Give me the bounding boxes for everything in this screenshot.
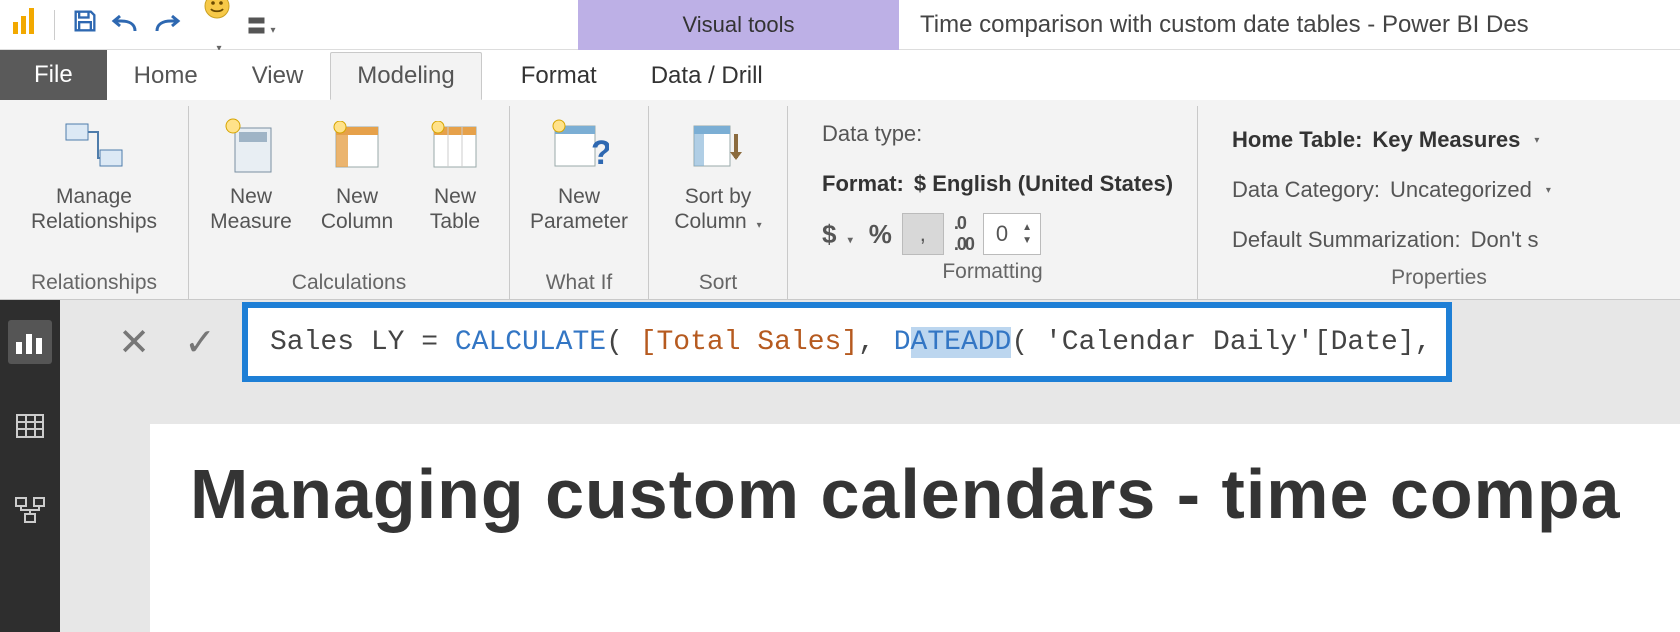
report-view-button[interactable] [8,320,52,364]
default-summarization-value: Don't s [1471,227,1539,253]
cancel-formula-button[interactable]: ✕ [110,320,158,365]
group-relationships: Manage Relationships Relationships [0,106,189,299]
data-category-label: Data Category: [1232,177,1380,203]
data-view-button[interactable] [8,404,52,448]
formula-bar-row: ✕ ✓ Sales LY = CALCULATE ( [Total Sales]… [110,302,1680,382]
formula-calendar-date: 'Calendar Daily'[Date] [1045,327,1415,358]
new-measure-button[interactable]: New Measure [203,110,299,234]
group-whatif-label: What If [524,265,634,299]
group-sort-label: Sort [663,265,773,299]
tab-modeling[interactable]: Modeling [330,52,481,100]
group-calculations: New Measure New Column New Table Calcula… [189,106,510,299]
redo-icon[interactable] [153,13,193,37]
formula-calculate: CALCULATE [455,327,606,358]
report-page: Managing custom calendars - time compa [150,424,1680,632]
page-heading: Managing custom calendars - time compa [190,454,1640,534]
format-label: Format: [822,171,904,197]
tab-view[interactable]: View [225,52,331,100]
new-parameter-label: New Parameter [530,184,628,234]
canvas: ✕ ✓ Sales LY = CALCULATE ( [Total Sales]… [60,300,1680,632]
group-formatting: Data type: Format: $ English (United Sta… [788,106,1198,299]
currency-button[interactable]: $ ▾ [822,219,853,250]
home-table-label: Home Table: [1232,127,1362,153]
sort-by-column-label: Sort by Column ▾ [674,184,761,234]
formula-dateadd-selected: ATEADD [911,327,1012,358]
data-category-value: Uncategorized [1390,177,1532,203]
formula-bar[interactable]: Sales LY = CALCULATE ( [Total Sales] , D… [242,302,1452,382]
manage-relationships-label: Manage Relationships [31,184,157,234]
data-type-dropdown[interactable]: Data type: [822,114,1169,154]
save-icon[interactable] [65,7,105,42]
new-table-button[interactable]: New Table [415,110,495,234]
group-sort: Sort by Column ▾ Sort [649,106,788,299]
new-measure-label: New Measure [210,184,292,234]
ribbon: Manage Relationships Relationships New M… [0,100,1680,300]
undo-icon[interactable] [109,13,149,37]
calculator-icon [215,114,287,178]
tab-data-drill[interactable]: Data / Drill [624,52,790,100]
home-table-value: Key Measures [1372,127,1520,153]
default-summarization-label: Default Summarization: [1232,227,1461,253]
formula-offset: -1 [1448,327,1452,358]
svg-text:?: ? [591,134,609,172]
parameter-icon: ? [543,114,615,178]
format-dropdown[interactable]: Format: $ English (United States) [822,164,1169,204]
quick-access-toolbar: ▾ 〓▾ Visual tools Time comparison with c… [0,0,1680,50]
new-table-label: New Table [430,184,480,234]
format-value: $ English (United States) [914,171,1173,197]
new-parameter-button[interactable]: ? New Parameter [524,110,634,234]
manage-relationships-button[interactable]: Manage Relationships [14,110,174,234]
group-whatif: ? New Parameter What If [510,106,649,299]
thousands-separator-button[interactable]: , [902,213,944,255]
formula-total-sales: [Total Sales] [640,327,858,358]
decimals-icon: .0.00 [954,213,973,255]
contextual-tab-header: Visual tools [578,0,899,50]
qat-customize-icon[interactable]: 〓▾ [241,10,281,39]
group-properties: Home Table: Key Measures ▾ Data Category… [1198,106,1680,299]
tab-file[interactable]: File [0,50,107,100]
table-icon [419,114,491,178]
sort-icon [682,114,754,178]
group-formatting-label: Formatting [802,254,1183,288]
decimals-spinner[interactable]: 0 ▲▼ [983,213,1041,255]
data-type-label: Data type: [822,121,922,147]
group-relationships-label: Relationships [14,265,174,299]
group-calculations-label: Calculations [203,265,495,299]
percent-button[interactable]: % [869,219,892,250]
relationships-icon [58,114,130,178]
new-column-button[interactable]: New Column [311,110,403,234]
tab-home[interactable]: Home [107,52,225,100]
sort-by-column-button[interactable]: Sort by Column ▾ [663,110,773,234]
model-view-button[interactable] [8,488,52,532]
default-summarization-dropdown[interactable]: Default Summarization: Don't s [1232,220,1652,260]
smiley-icon[interactable]: ▾ [197,0,237,58]
formula-measure-name: Sales LY [270,327,404,358]
table-column-icon [321,114,393,178]
decimals-value: 0 [996,221,1008,247]
window-title: Time comparison with custom date tables … [920,0,1529,50]
group-properties-label: Properties [1212,260,1666,294]
tab-format[interactable]: Format [494,52,624,100]
view-rail [0,300,60,632]
work-area: ✕ ✓ Sales LY = CALCULATE ( [Total Sales]… [0,300,1680,632]
new-column-label: New Column [321,184,393,234]
ribbon-tabs: File Home View Modeling Format Data / Dr… [0,50,1680,100]
formula-dateadd-d: D [894,327,911,358]
home-table-dropdown[interactable]: Home Table: Key Measures ▾ [1232,120,1652,160]
app-icon [4,8,44,41]
commit-formula-button[interactable]: ✓ [176,320,224,365]
data-category-dropdown[interactable]: Data Category: Uncategorized ▾ [1232,170,1652,210]
